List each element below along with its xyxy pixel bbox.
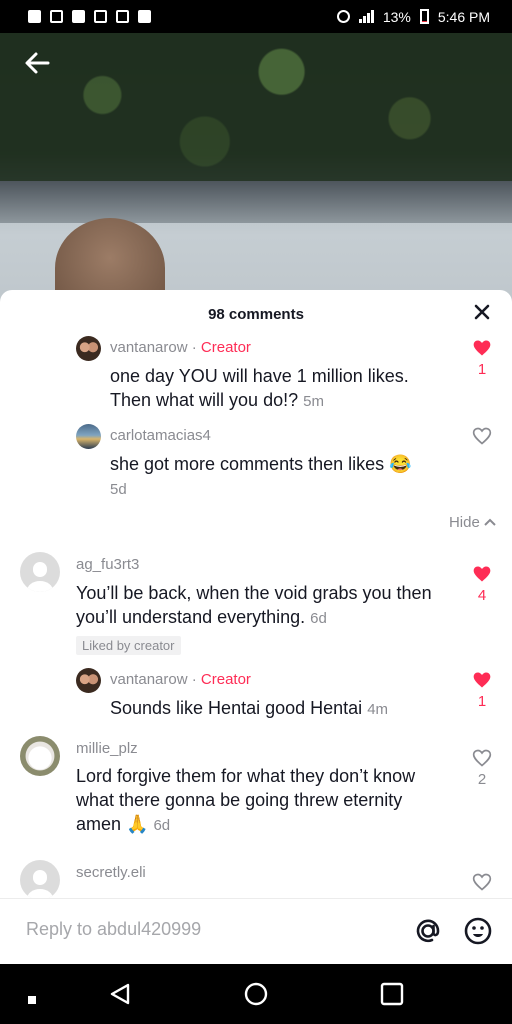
comments-count-title: 98 comments (208, 306, 304, 323)
comment-author[interactable]: vantanarow · Creator (110, 671, 251, 688)
comment-author[interactable]: ag_fu3rt3 (76, 556, 139, 573)
voicemail-icon (50, 10, 63, 23)
avatar[interactable] (76, 424, 101, 449)
comment-text: You’ll be back, when the void grabs you … (76, 583, 432, 627)
heart-icon[interactable] (472, 564, 492, 584)
comment-text: Sounds like Hentai good Hentai 4m (110, 698, 389, 718)
creator-badge: Creator (200, 671, 251, 688)
heart-icon[interactable] (472, 426, 492, 446)
like-count: 4 (477, 587, 487, 604)
video-roof (0, 181, 512, 223)
back-button[interactable] (22, 48, 56, 78)
back-nav-button[interactable] (108, 982, 132, 1011)
emoji-icon (464, 917, 492, 945)
comment-reply[interactable]: carlotamacias4 she got more comments the… (0, 424, 512, 504)
back-arrow-icon (25, 52, 50, 74)
alert-icon (28, 10, 41, 23)
comment-time: 6d (153, 817, 171, 834)
comment[interactable]: millie_plz Lord forgive them for what th… (0, 736, 512, 846)
comment[interactable]: ag_fu3rt3 You’ll be back, when the void … (0, 552, 512, 662)
home-button[interactable] (244, 982, 268, 1011)
like-count: 2 (477, 771, 487, 788)
image-icon (94, 10, 107, 23)
avatar[interactable] (20, 552, 60, 592)
hide-replies-button[interactable]: Hide (449, 514, 496, 531)
square-dot-icon (28, 996, 36, 1004)
comment-time: 6d (310, 610, 327, 627)
battery-icon (419, 9, 429, 24)
comment-author[interactable]: vantanarow · Creator (110, 339, 251, 356)
heart-icon[interactable] (472, 872, 492, 892)
system-nav-bar (0, 964, 512, 1024)
emoji-button[interactable] (462, 915, 494, 947)
comment-author[interactable]: secretly.eli (76, 864, 146, 881)
liked-by-creator-tag: Liked by creator (76, 636, 181, 655)
twitter-icon (72, 10, 85, 23)
alarm-icon (336, 10, 350, 23)
comment-author[interactable]: carlotamacias4 (110, 427, 211, 444)
circle-home-icon (244, 982, 268, 1006)
heart-icon[interactable] (472, 748, 492, 768)
heart-icon[interactable] (472, 338, 492, 358)
clock: 5:46 PM (437, 8, 490, 25)
avatar[interactable] (20, 860, 60, 900)
comment-time: 5m (303, 393, 324, 410)
system-icons: 13% 5:46 PM (336, 8, 490, 25)
signal-icon (358, 10, 374, 23)
square-overview-icon (380, 982, 404, 1006)
video-foliage (0, 33, 512, 188)
recent-apps-button[interactable] (28, 991, 36, 1009)
creator-badge: Creator (200, 339, 251, 356)
triangle-back-icon (110, 983, 130, 1005)
comment-text: Lord forgive them for what they don’t kn… (76, 766, 416, 834)
download-icon (138, 10, 151, 23)
like-count: 1 (477, 361, 487, 378)
comment-time: 4m (367, 701, 389, 718)
avatar[interactable] (20, 736, 60, 776)
overview-button[interactable] (380, 982, 404, 1011)
close-button[interactable] (474, 303, 490, 326)
notification-icons (28, 10, 151, 23)
reply-input[interactable]: Reply to abdul420999 (26, 919, 201, 940)
avatar[interactable] (76, 336, 101, 361)
battery-percent: 13% (382, 8, 411, 25)
close-icon (474, 304, 490, 320)
mention-button[interactable] (412, 915, 444, 947)
comment-reply[interactable]: vantanarow · Creator Sounds like Hentai … (0, 668, 512, 724)
comment-time: 5d (110, 481, 127, 498)
comment-reply[interactable]: vantanarow · Creator one day YOU will ha… (0, 336, 512, 414)
status-bar: 13% 5:46 PM (0, 0, 512, 33)
comment-text: she got more comments then likes 😂 5d (110, 454, 412, 498)
video-preview[interactable] (0, 33, 512, 303)
comment-text: one day YOU will have 1 million likes. T… (110, 366, 409, 410)
like-count: 1 (477, 693, 487, 710)
comments-sheet: 98 comments vantanarow · Creator one day… (0, 290, 512, 964)
avatar[interactable] (76, 668, 101, 693)
retweet-icon (116, 10, 129, 23)
chevron-up-icon (484, 518, 496, 526)
heart-icon[interactable] (472, 670, 492, 690)
at-mention-icon (416, 919, 440, 943)
comment-author[interactable]: millie_plz (76, 740, 138, 757)
reply-bar: Reply to abdul420999 (0, 898, 512, 964)
